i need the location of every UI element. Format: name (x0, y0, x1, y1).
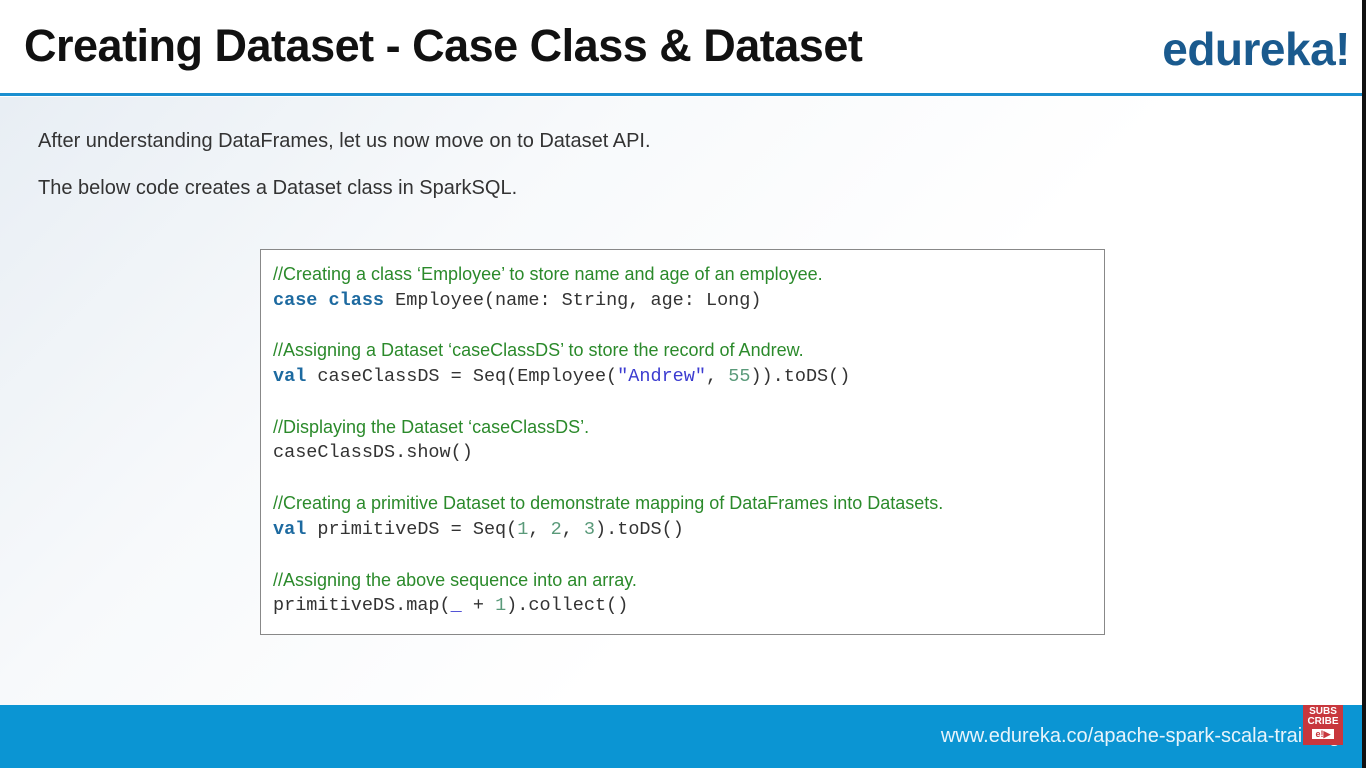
code-text: , (528, 518, 551, 540)
screen-edge (1362, 0, 1366, 768)
code-text: caseClassDS = Seq(Employee( (306, 366, 618, 388)
keyword: case class (273, 289, 385, 311)
string-literal: "Andrew" (617, 366, 706, 388)
code-text: ).collect() (506, 595, 629, 617)
code-line: val primitiveDS = Seq(1, 2, 3).toDS() (273, 517, 943, 543)
intro-line-1: After understanding DataFrames, let us n… (38, 130, 651, 152)
subscribe-text: CRIBE (1307, 716, 1339, 727)
underscore: _ (450, 595, 462, 617)
code-line: case class Employee(name: String, age: L… (273, 288, 943, 314)
number-literal: 3 (583, 518, 596, 540)
number-literal: 55 (728, 366, 751, 388)
code-comment: //Assigning the above sequence into an a… (273, 569, 637, 590)
edureka-logo: edureka! (1162, 23, 1350, 75)
intro-line-2: The below code creates a Dataset class i… (38, 177, 518, 199)
code-comment: //Displaying the Dataset ‘caseClassDS’. (273, 416, 590, 437)
number-literal: 2 (550, 518, 562, 540)
code-text: Employee(name: String, age: Long) (384, 289, 762, 311)
subscribe-button[interactable]: SUBS CRIBE e!▶ (1303, 705, 1343, 745)
slide-title: Creating Dataset - Case Class & Dataset (24, 20, 863, 71)
code-line: val caseClassDS = Seq(Employee("Andrew",… (273, 364, 943, 390)
edureka-play-icon: e!▶ (1311, 729, 1335, 739)
footer-url: www.edureka.co/apache-spark-scala-traini… (940, 725, 1340, 747)
code-text: + (461, 595, 496, 617)
keyword: val (273, 366, 307, 388)
code-text: )).toDS() (750, 366, 851, 388)
slide-footer: www.edureka.co/apache-spark-scala-traini… (0, 705, 1366, 768)
code-line: caseClassDS.show() (273, 442, 473, 464)
keyword: val (273, 518, 307, 540)
code-block: //Creating a class ‘Employee’ to store n… (260, 249, 1105, 635)
code-text: ).toDS() (595, 518, 684, 540)
code-comment: //Assigning a Dataset ‘caseClassDS’ to s… (273, 340, 804, 361)
code-text: primitiveDS = Seq( (306, 518, 518, 540)
code-comment: //Creating a class ‘Employee’ to store n… (273, 264, 823, 284)
code-text: , (706, 366, 729, 388)
number-literal: 1 (495, 595, 507, 617)
code-line: primitiveDS.map(_ + 1).collect() (273, 593, 943, 619)
slide-header: Creating Dataset - Case Class & Dataset … (0, 0, 1366, 94)
code-text: primitiveDS.map( (273, 595, 451, 617)
code-comment: //Creating a primitive Dataset to demons… (273, 493, 944, 514)
header-divider (0, 93, 1366, 96)
code-text: , (561, 518, 584, 540)
number-literal: 1 (517, 518, 529, 540)
